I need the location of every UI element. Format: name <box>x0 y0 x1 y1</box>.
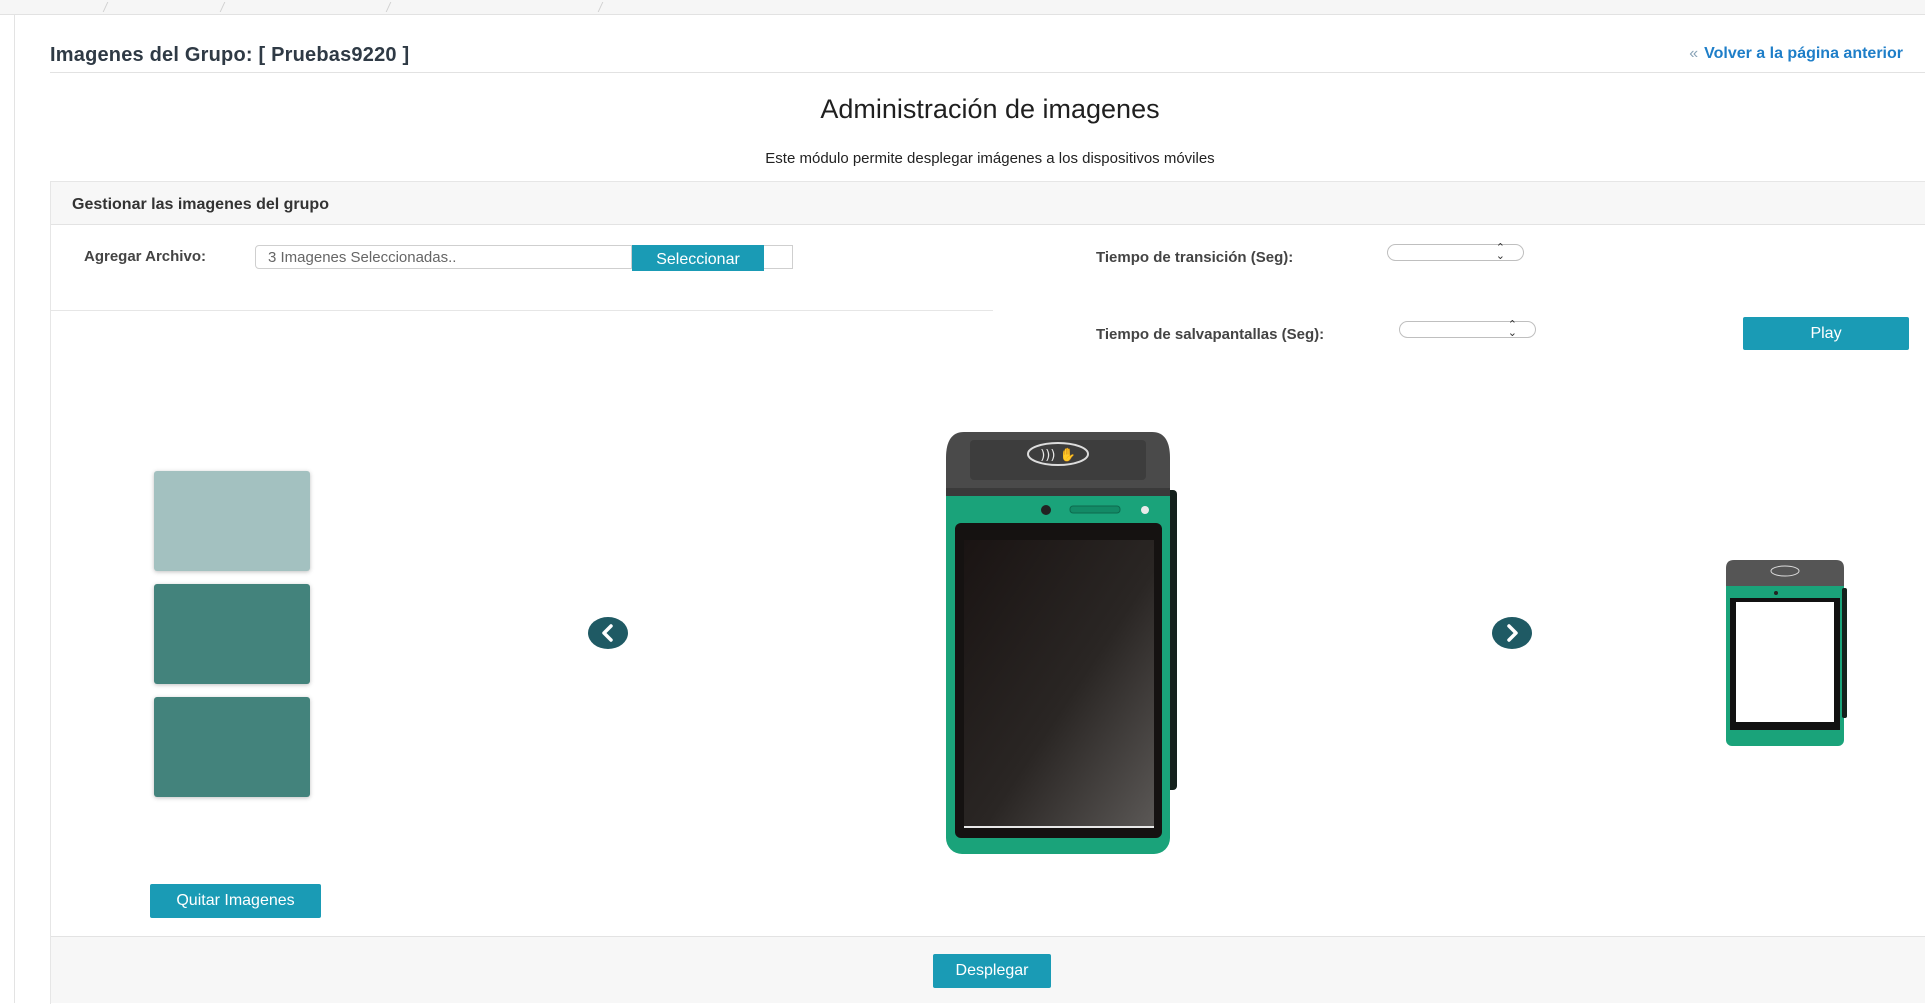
tab-divider <box>385 2 392 12</box>
header-divider <box>50 72 1925 73</box>
page-subtitle: Este módulo permite desplegar imágenes a… <box>765 150 1215 167</box>
carousel-prev-button[interactable] <box>588 617 628 649</box>
transition-time-input[interactable]: ⌃ ⌄ <box>1387 243 1524 262</box>
double-chevron-left-icon: « <box>1689 45 1699 62</box>
image-thumbnail[interactable] <box>154 471 310 571</box>
svg-text:))) ✋: ))) ✋ <box>1040 447 1076 463</box>
tab-divider <box>219 2 226 12</box>
back-link-label: Volver a la página anterior <box>1704 45 1903 62</box>
select-file-button[interactable]: Seleccionar <box>632 245 764 271</box>
carousel-next-button[interactable] <box>1492 617 1532 649</box>
panel-header <box>51 182 1925 225</box>
up-down-spinner-icon[interactable]: ⌃ ⌄ <box>1508 320 1517 339</box>
chevron-left-icon <box>602 624 613 642</box>
page-heading: Administración de imagenes <box>820 94 1160 124</box>
transition-time-label: Tiempo de transición (Seg): <box>1096 249 1294 266</box>
screensaver-time-label: Tiempo de salvapantallas (Seg): <box>1096 326 1325 343</box>
deploy-button[interactable]: Desplegar <box>933 954 1051 988</box>
tab-divider <box>597 2 604 12</box>
file-input-end <box>764 245 793 269</box>
image-thumbnail[interactable] <box>154 584 310 684</box>
device-preview-image: ))) ✋ <box>946 432 1177 854</box>
play-button[interactable]: Play <box>1743 317 1909 350</box>
back-link[interactable]: « Volver a la página anterior <box>1689 45 1903 63</box>
panel-title: Gestionar las imagenes del grupo <box>72 196 329 213</box>
chevron-right-icon <box>1507 624 1518 642</box>
group-title: Imagenes del Grupo: [ Pruebas9220 ] <box>50 44 410 66</box>
image-thumbnail[interactable] <box>154 697 310 797</box>
up-down-spinner-icon[interactable]: ⌃ ⌄ <box>1496 243 1505 262</box>
add-file-label: Agregar Archivo: <box>84 248 206 265</box>
remove-images-button[interactable]: Quitar Imagenes <box>150 884 321 918</box>
device-thumbnail-preview <box>1726 560 1847 746</box>
file-row-divider <box>51 310 993 311</box>
file-input[interactable]: 3 Imagenes Seleccionadas.. <box>255 245 632 269</box>
tab-divider <box>102 2 109 12</box>
screensaver-time-input[interactable]: ⌃ ⌄ <box>1399 320 1536 339</box>
top-bar-remnant <box>0 0 1925 15</box>
